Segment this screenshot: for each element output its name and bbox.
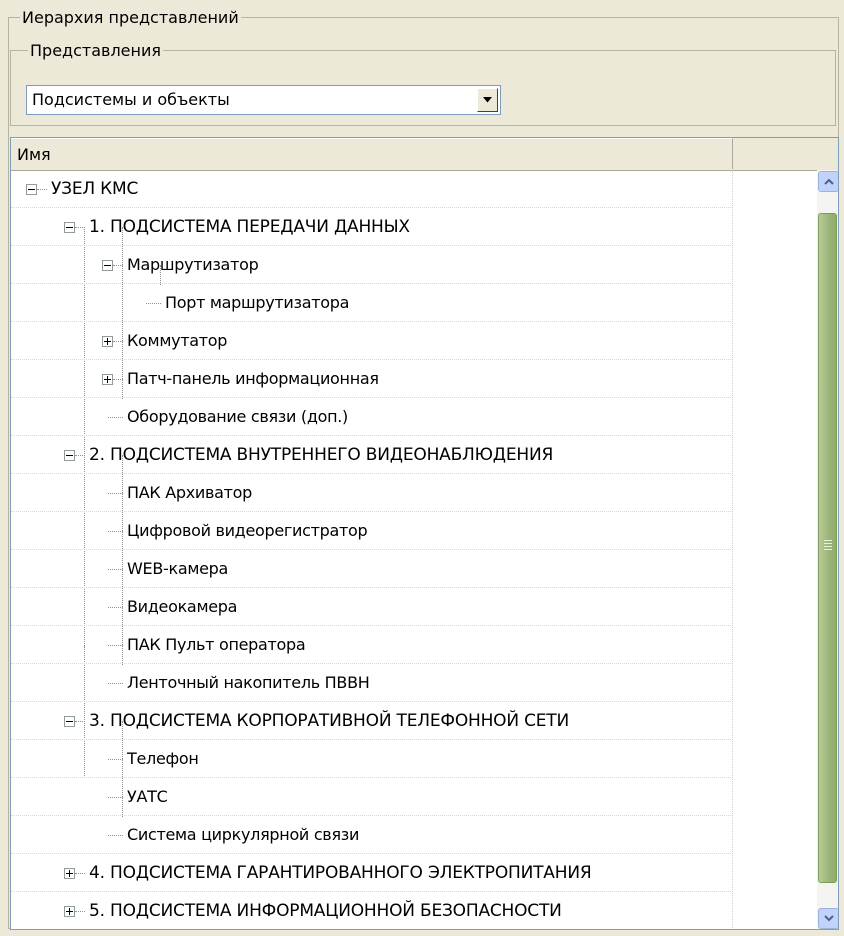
tree-row[interactable]: Ленточный накопитель ПВВН — [11, 664, 732, 702]
tree-line — [108, 683, 123, 684]
tree-row-label: Патч-панель информационная — [127, 369, 379, 388]
tree-line — [108, 569, 123, 570]
tree-rows: УЗЕЛ КМС 1. ПОДСИСТЕМА ПЕРЕДАЧИ ДАННЫХ Мар… — [11, 170, 733, 929]
tree-line — [146, 303, 161, 304]
tree-line — [113, 341, 123, 342]
tree-row[interactable]: Порт маршрутизатора — [11, 284, 732, 322]
tree-row[interactable]: WEB-камера — [11, 550, 732, 588]
scroll-thumb[interactable] — [818, 213, 837, 883]
thumb-grip-line — [824, 546, 832, 547]
views-group-title: Представления — [28, 41, 163, 61]
tree-row[interactable]: 2. ПОДСИСТЕМА ВНУТРЕННЕГО ВИДЕОНАБЛЮДЕНИ… — [11, 436, 732, 474]
views-combobox-value: Подсистемы и объекты — [32, 90, 230, 109]
tree-row-label: ПАК Пульт оператора — [127, 635, 306, 654]
tree-row[interactable]: Цифровой видеорегистратор — [11, 512, 732, 550]
tree-row[interactable]: ПАК Архиватор — [11, 474, 732, 512]
tree-row-label: ПАК Архиватор — [127, 483, 252, 502]
tree-line — [108, 759, 123, 760]
collapse-minus-icon[interactable] — [64, 450, 75, 461]
column-header-name[interactable]: Имя — [11, 138, 733, 169]
tree-line — [75, 455, 85, 456]
tree-row-label: Видеокамера — [127, 597, 238, 616]
scroll-up-button[interactable] — [818, 171, 838, 192]
expand-plus-icon[interactable] — [64, 868, 75, 879]
tree-line — [108, 645, 123, 646]
tree-row[interactable]: 4. ПОДСИСТЕМА ГАРАНТИРОВАННОГО ЭЛЕКТРОПИ… — [11, 854, 732, 892]
tree-row-label: 1. ПОДСИСТЕМА ПЕРЕДАЧИ ДАННЫХ — [89, 217, 410, 237]
column-header-label: Имя — [17, 145, 51, 164]
tree-row-label: Телефон — [127, 749, 199, 768]
tree-row[interactable]: 5. ПОДСИСТЕМА ИНФОРМАЦИОННОЙ БЕЗОПАСНОСТ… — [11, 892, 732, 929]
tree-row[interactable]: УЗЕЛ КМС — [11, 170, 732, 208]
tree-row[interactable]: Маршрутизатор — [11, 246, 732, 284]
collapse-minus-icon[interactable] — [64, 222, 75, 233]
hierarchy-group-title: Иерархия представлений — [20, 8, 241, 28]
tree-row-label: 3. ПОДСИСТЕМА КОРПОРАТИВНОЙ ТЕЛЕФОННОЙ С… — [89, 711, 569, 731]
tree-line — [75, 873, 85, 874]
views-combobox[interactable]: Подсистемы и объекты — [26, 85, 501, 115]
tree-row-label: 4. ПОДСИСТЕМА ГАРАНТИРОВАННОГО ЭЛЕКТРОПИ… — [89, 863, 592, 883]
tree-row[interactable]: Коммутатор — [11, 322, 732, 360]
tree-row[interactable]: 1. ПОДСИСТЕМА ПЕРЕДАЧИ ДАННЫХ — [11, 208, 732, 246]
vertical-scrollbar[interactable] — [817, 170, 838, 929]
tree-row[interactable]: 3. ПОДСИСТЕМА КОРПОРАТИВНОЙ ТЕЛЕФОННОЙ С… — [11, 702, 732, 740]
scroll-down-button[interactable] — [818, 908, 838, 929]
tree-row-label: Коммутатор — [127, 331, 228, 350]
thumb-grip-line — [824, 540, 832, 541]
tree-line — [108, 531, 123, 532]
tree-row-label: Маршрутизатор — [127, 255, 259, 274]
collapse-minus-icon[interactable] — [102, 260, 113, 271]
tree-line — [108, 835, 123, 836]
tree-line — [75, 911, 85, 912]
tree-row[interactable]: Телефон — [11, 740, 732, 778]
thumb-grip-line — [824, 549, 832, 550]
tree-view[interactable]: Имя УЗЕЛ КМС 1. ПОДСИСТЕМА ПЕРЕДАЧИ ДАННЫ… — [10, 137, 839, 930]
tree-line — [108, 797, 123, 798]
tree-row[interactable]: УАТС — [11, 778, 732, 816]
expand-plus-icon[interactable] — [102, 336, 113, 347]
tree-line — [37, 189, 47, 190]
collapse-minus-icon[interactable] — [64, 716, 75, 727]
tree-row[interactable]: Система циркулярной связи — [11, 816, 732, 854]
tree-line — [75, 227, 85, 228]
tree-line — [113, 379, 123, 380]
tree-row[interactable]: Оборудование связи (доп.) — [11, 398, 732, 436]
tree-row-label: WEB-камера — [127, 559, 229, 578]
tree-row-label: Система циркулярной связи — [127, 825, 360, 844]
thumb-grip-line — [824, 543, 832, 544]
arrow-down-icon — [823, 915, 834, 922]
tree-line — [108, 417, 123, 418]
tree-row-label: 5. ПОДСИСТЕМА ИНФОРМАЦИОННОЙ БЕЗОПАСНОСТ… — [89, 901, 562, 921]
tree-row-label: УАТС — [127, 787, 168, 806]
tree-row-label: 2. ПОДСИСТЕМА ВНУТРЕННЕГО ВИДЕОНАБЛЮДЕНИ… — [89, 445, 554, 465]
tree-line — [113, 265, 123, 266]
tree-header: Имя — [11, 138, 838, 171]
dropdown-button[interactable] — [477, 88, 498, 112]
tree-row-label: Ленточный накопитель ПВВН — [127, 673, 370, 692]
tree-line — [108, 607, 123, 608]
tree-line — [108, 493, 123, 494]
tree-row-label: Цифровой видеорегистратор — [127, 521, 368, 540]
tree-row[interactable]: Патч-панель информационная — [11, 360, 732, 398]
expand-plus-icon[interactable] — [64, 906, 75, 917]
tree-line — [75, 721, 85, 722]
tree-row[interactable]: Видеокамера — [11, 588, 732, 626]
tree-row-label: Оборудование связи (доп.) — [127, 407, 348, 426]
arrow-up-icon — [823, 178, 834, 185]
tree-row-label: Порт маршрутизатора — [165, 293, 350, 312]
tree-row[interactable]: ПАК Пульт оператора — [11, 626, 732, 664]
expand-plus-icon[interactable] — [102, 374, 113, 385]
tree-row-label: УЗЕЛ КМС — [51, 179, 139, 199]
chevron-down-icon — [483, 97, 492, 103]
collapse-minus-icon[interactable] — [26, 184, 37, 195]
